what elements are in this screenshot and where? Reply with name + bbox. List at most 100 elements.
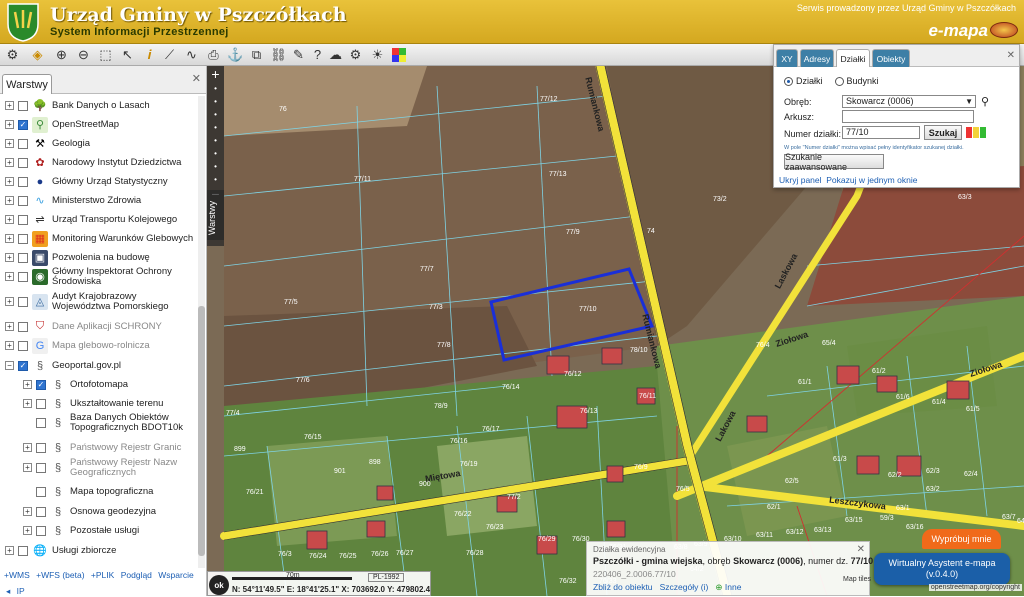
virtual-assistant-button[interactable]: Wirtualny Asystent e-mapa (v.0.4.0) (874, 553, 1010, 585)
tab-warstwy[interactable]: Warstwy (2, 74, 52, 94)
add-wfs-link[interactable]: +WFS (beta) (36, 570, 84, 580)
expand-icon[interactable]: + (5, 272, 14, 281)
help-icon[interactable]: ? (309, 46, 326, 63)
draw-icon[interactable]: ✎ (290, 46, 307, 63)
layer-label[interactable]: Urząd Transportu Kolejowego (52, 214, 177, 225)
zoom-to-object-link[interactable]: Zbliż do obiektu (593, 582, 653, 592)
expand-icon[interactable]: + (23, 507, 32, 516)
layer-checkbox[interactable] (36, 417, 46, 428)
layer-row[interactable]: − ✓ § Geoportal.gov.pl (5, 356, 121, 375)
layer-row[interactable]: + ✿ Narodowy Instytut Dziedzictwa (5, 153, 181, 172)
layer-row[interactable]: + ✓ ⚲ OpenStreetMap (5, 115, 119, 134)
layer-label[interactable]: OpenStreetMap (52, 119, 119, 130)
layer-label[interactable]: Ortofotomapa (70, 379, 128, 390)
radio-budynki[interactable] (834, 76, 844, 86)
expand-icon[interactable]: + (23, 443, 32, 452)
layer-checkbox[interactable] (18, 195, 28, 206)
zoom-plus-icon[interactable]: + (207, 66, 224, 82)
sun-icon[interactable]: ☀ (369, 46, 386, 63)
close-icon[interactable]: ✕ (1007, 50, 1015, 61)
collapse-icon[interactable]: − (5, 361, 14, 370)
try-me-button[interactable]: Wypróbuj mnie (922, 529, 1001, 549)
layer-checkbox[interactable] (36, 462, 46, 473)
tab-obiekty[interactable]: Obiekty (872, 49, 910, 67)
scrollbar-thumb[interactable] (198, 306, 205, 556)
measure-area-icon[interactable]: ∿ (183, 46, 200, 63)
layer-row[interactable]: + ▦ Monitoring Warunków Glebowych (5, 229, 193, 248)
layer-label[interactable]: Pozwolenia na budowę (52, 252, 150, 263)
layer-label[interactable]: Usługi zbiorcze (52, 545, 116, 556)
hide-panel-link[interactable]: Ukryj panel (779, 175, 822, 185)
settings-icon[interactable]: ⚙ (347, 46, 364, 63)
expand-icon[interactable]: + (5, 215, 14, 224)
support-link[interactable]: Wsparcie (158, 570, 193, 580)
layer-label[interactable]: Geologia (52, 138, 90, 149)
close-icon[interactable]: ✕ (857, 544, 865, 555)
layer-arrow-icon[interactable]: ◂ (6, 586, 10, 596)
arkusz-input[interactable] (842, 110, 974, 123)
expand-icon[interactable]: + (5, 196, 14, 205)
layer-label[interactable]: Osnowa geodezyjna (70, 506, 156, 517)
add-wms-link[interactable]: +WMS (4, 570, 30, 580)
layer-label[interactable]: Państwowy Rejestr Nazw Geograficznych (70, 457, 198, 478)
layer-label[interactable]: Główny Inspektorat Ochrony Środowiska (52, 266, 192, 287)
layer-checkbox[interactable] (18, 252, 28, 263)
layer-row[interactable]: + ⛉ Dane Aplikacji SCHRONY (5, 317, 162, 336)
copy-icon[interactable]: ⧉ (248, 46, 265, 63)
other-link[interactable]: Inne (725, 582, 742, 592)
layer-checkbox[interactable] (36, 442, 46, 453)
layer-row[interactable]: § Mapa topograficzna (23, 482, 153, 501)
layer-row[interactable]: + ◉ Główny Inspektorat Ochrony Środowiska (5, 266, 192, 287)
layer-row[interactable]: + § Państwowy Rejestr Nazw Geograficznych (23, 457, 198, 478)
expand-icon[interactable]: + (5, 120, 14, 129)
expand-icon[interactable]: + (5, 341, 14, 350)
ok-button[interactable]: ok (209, 575, 229, 595)
close-icon[interactable]: ✕ (192, 72, 201, 85)
layer-checkbox[interactable] (18, 296, 28, 307)
single-window-link[interactable]: Pokazuj w jednym oknie (826, 175, 917, 185)
layer-checkbox[interactable]: ✓ (18, 360, 28, 371)
zoom-in-icon[interactable]: ⊕ (53, 46, 70, 63)
preview-link[interactable]: Podgląd (121, 570, 152, 580)
layer-row[interactable]: + ⇌ Urząd Transportu Kolejowego (5, 210, 177, 229)
full-extent-icon[interactable]: ⬚ (97, 46, 114, 63)
search-icon[interactable]: ⚲ (981, 95, 989, 108)
layer-row[interactable]: § Baza Danych Obiektów Topograficznych BD… (23, 412, 198, 432)
layer-label[interactable]: Geoportal.gov.pl (52, 360, 121, 371)
crs-select[interactable]: PL-1992 (368, 573, 405, 582)
layer-checkbox[interactable] (18, 157, 28, 168)
color-grid-icon[interactable] (390, 46, 407, 63)
layer-checkbox[interactable] (36, 398, 46, 409)
layer-row[interactable]: + 🌳 Bank Danych o Lasach (5, 96, 150, 115)
tab-xy[interactable]: XY (776, 49, 798, 67)
layer-row[interactable]: + ◬ Audyt Krajobrazowy Województwa Pomorsk… (5, 291, 192, 311)
layer-label[interactable]: Państwowy Rejestr Granic (70, 442, 181, 453)
layer-label[interactable]: Dane Aplikacji SCHRONY (52, 321, 162, 332)
layer-row[interactable]: + 🌐 Usługi zbiorcze (5, 541, 116, 560)
layer-row[interactable]: + ● Główny Urząd Statystyczny (5, 172, 168, 191)
layers-switch-icon[interactable]: ⚙ (4, 46, 21, 63)
add-file-link[interactable]: +PLIK (91, 570, 114, 580)
expand-icon[interactable]: + (5, 253, 14, 262)
layer-label[interactable]: Pozostałe usługi (70, 525, 139, 536)
expand-icon[interactable]: + (23, 399, 32, 408)
layer-label[interactable]: Ukształtowanie terenu (70, 398, 163, 409)
expand-icon[interactable]: + (5, 546, 14, 555)
layer-checkbox[interactable] (18, 138, 28, 149)
layer-label[interactable]: Mapa glebowo-rolnicza (52, 340, 150, 351)
layer-label[interactable]: Mapa topograficzna (70, 486, 153, 497)
layer-checkbox[interactable] (18, 340, 28, 351)
layer-checkbox[interactable] (18, 100, 28, 111)
expand-icon[interactable]: + (5, 177, 14, 186)
tab-dzialki[interactable]: Działki (836, 49, 870, 67)
layer-row[interactable]: + ✓ § Ortofotomapa (23, 375, 128, 394)
layer-row[interactable]: + § Państwowy Rejestr Granic (23, 438, 181, 457)
expand-icon[interactable]: + (5, 234, 14, 243)
expand-icon[interactable]: + (5, 322, 14, 331)
ip-link[interactable]: IP (17, 586, 25, 596)
layer-checkbox[interactable]: ✓ (36, 379, 46, 390)
layers-stack-icon[interactable]: ◈ (29, 46, 46, 63)
emapa-logo[interactable]: e-mapa (928, 21, 988, 41)
layer-label[interactable]: Bank Danych o Lasach (52, 100, 150, 111)
layer-label[interactable]: Monitoring Warunków Glebowych (52, 233, 193, 244)
